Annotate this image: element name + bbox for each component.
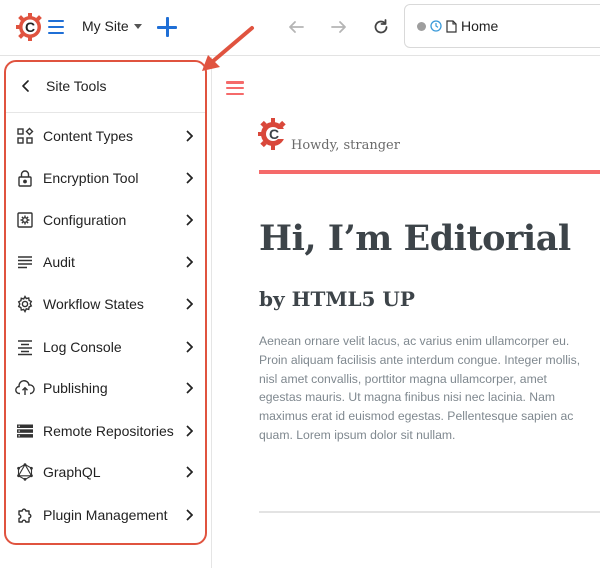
sidebar-item-label: Log Console xyxy=(43,339,122,355)
url-label: Home xyxy=(461,18,499,34)
sidebar-item-label: Workflow States xyxy=(43,296,144,312)
sidebar-item-label: Remote Repositories xyxy=(43,423,174,439)
sidebar-item-configuration[interactable]: Configuration xyxy=(6,200,205,240)
crafter-logo-icon[interactable]: C xyxy=(16,13,44,41)
sidebar-item-label: Publishing xyxy=(43,380,108,396)
intro-paragraph: Aenean ornare velit lacus, ac varius eni… xyxy=(259,334,581,442)
sidebar-item-audit[interactable]: Audit xyxy=(6,242,205,282)
chevron-right-icon xyxy=(177,466,201,478)
chevron-right-icon xyxy=(177,130,201,142)
sidebar-item-graphql[interactable]: GraphQL xyxy=(6,452,205,492)
back-arrow-icon[interactable] xyxy=(285,16,307,38)
site-gear-logo-icon: C xyxy=(258,118,290,150)
sidebar-item-log-console[interactable]: Log Console xyxy=(6,327,205,367)
chevron-right-icon xyxy=(177,341,201,353)
header-divider xyxy=(259,170,600,174)
sidebar-item-label: Content Types xyxy=(43,128,134,144)
page-heading: Hi, I’m Editorial xyxy=(259,218,571,259)
status-dot-icon xyxy=(417,21,426,31)
chevron-right-icon xyxy=(177,509,201,521)
refresh-icon[interactable] xyxy=(370,16,392,38)
chevron-right-icon xyxy=(177,298,201,310)
sidebar-item-remote-repositories[interactable]: Remote Repositories xyxy=(6,411,205,451)
lock-icon xyxy=(7,169,43,187)
chevron-right-icon xyxy=(177,425,201,437)
top-toolbar: C My Site Home xyxy=(0,0,600,56)
align-center-lines-icon xyxy=(7,338,43,356)
chevron-right-icon xyxy=(177,256,201,268)
sidebar-item-label: GraphQL xyxy=(43,464,101,480)
gear-icon xyxy=(7,295,43,313)
sidebar-title: Site Tools xyxy=(46,78,107,94)
menu-icon[interactable] xyxy=(48,19,64,35)
site-switcher[interactable]: My Site xyxy=(82,18,142,34)
page-subheading: by HTML5 UP xyxy=(259,287,415,311)
forward-arrow-icon[interactable] xyxy=(328,16,350,38)
list-lines-icon xyxy=(7,253,43,271)
sidebar-item-publishing[interactable]: Publishing xyxy=(6,368,205,408)
sidebar-item-label: Encryption Tool xyxy=(43,170,139,186)
site-name: My Site xyxy=(82,18,129,34)
content-types-icon xyxy=(7,127,43,145)
add-content-button[interactable] xyxy=(156,16,178,38)
back-chevron-icon[interactable] xyxy=(6,60,46,113)
cloud-upload-icon xyxy=(7,379,43,397)
section-divider xyxy=(259,511,600,513)
config-gear-box-icon xyxy=(7,211,43,229)
sidebar-item-encryption-tool[interactable]: Encryption Tool xyxy=(6,158,205,198)
storage-icon xyxy=(7,422,43,440)
graphql-icon xyxy=(7,463,43,481)
sidebar-item-plugin-management[interactable]: Plugin Management xyxy=(6,495,205,535)
sidebar-header: Site Tools xyxy=(6,60,205,113)
chevron-right-icon xyxy=(177,214,201,226)
clock-icon xyxy=(430,20,442,32)
sidebar-item-content-types[interactable]: Content Types xyxy=(6,116,205,156)
puzzle-icon xyxy=(7,506,43,524)
preview-menu-icon[interactable] xyxy=(226,80,244,96)
sidebar-item-label: Configuration xyxy=(43,212,127,228)
sidebar-item-workflow-states[interactable]: Workflow States xyxy=(6,284,205,324)
svg-text:C: C xyxy=(269,126,279,142)
page-icon xyxy=(446,19,457,33)
chevron-right-icon xyxy=(177,382,201,394)
sidebar-item-label: Plugin Management xyxy=(43,507,168,523)
caret-down-icon xyxy=(133,24,142,29)
chevron-right-icon xyxy=(177,172,201,184)
sidebar-item-label: Audit xyxy=(43,254,75,270)
greeting-text: Howdy, stranger xyxy=(291,138,400,153)
address-bar[interactable]: Home xyxy=(404,4,600,48)
svg-text:C: C xyxy=(25,19,35,35)
